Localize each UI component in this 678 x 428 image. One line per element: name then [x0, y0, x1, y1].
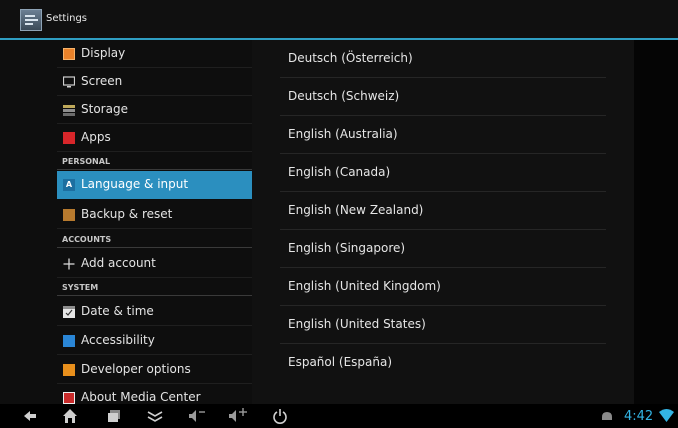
- back-icon[interactable]: [22, 408, 38, 424]
- language-label: English (New Zealand): [288, 203, 424, 217]
- about-icon: [63, 392, 75, 404]
- language-label: English (United Kingdom): [288, 279, 441, 293]
- developer-icon: [63, 364, 75, 376]
- section-header-system: SYSTEM: [62, 283, 99, 292]
- section-divider: [57, 295, 252, 296]
- right-edge-strip: [634, 40, 678, 404]
- language-item[interactable]: English (Singapore): [280, 230, 606, 268]
- category-label: Date & time: [81, 304, 154, 318]
- section-divider: [57, 169, 252, 170]
- language-item[interactable]: Deutsch (Österreich): [280, 40, 606, 78]
- wifi-icon: [659, 409, 674, 422]
- category-date-time[interactable]: Date & time: [57, 298, 252, 326]
- status-clock: 4:42: [624, 409, 654, 424]
- category-apps[interactable]: Apps: [57, 124, 252, 152]
- accessibility-icon: [63, 335, 75, 347]
- language-list[interactable]: Deutsch (Österreich) Deutsch (Schweiz) E…: [252, 40, 634, 404]
- language-label: English (Singapore): [288, 241, 406, 255]
- category-label: Add account: [81, 256, 156, 270]
- category-label: Screen: [81, 74, 123, 88]
- settings-app-icon[interactable]: [20, 9, 42, 31]
- category-language-input[interactable]: A Language & input: [57, 171, 252, 199]
- section-header-accounts: ACCOUNTS: [62, 235, 112, 244]
- category-backup-reset[interactable]: Backup & reset: [57, 201, 252, 229]
- system-nav-bar: 4:42: [0, 404, 678, 428]
- usb-icon: [602, 412, 612, 420]
- category-label: Apps: [81, 130, 111, 144]
- category-display[interactable]: Display: [57, 40, 252, 68]
- language-item[interactable]: English (Australia): [280, 116, 606, 154]
- date-time-icon: [63, 306, 75, 318]
- category-about[interactable]: About Media Center: [57, 384, 252, 404]
- power-icon[interactable]: [272, 408, 288, 424]
- language-label: English (Canada): [288, 165, 391, 179]
- home-icon[interactable]: [62, 408, 78, 424]
- menu-icon[interactable]: [146, 408, 164, 424]
- language-label: Español (España): [288, 355, 393, 369]
- language-item[interactable]: Deutsch (Schweiz): [280, 78, 606, 116]
- category-label: About Media Center: [81, 390, 201, 404]
- language-item[interactable]: Español (España): [280, 344, 606, 382]
- category-developer-options[interactable]: Developer options: [57, 356, 252, 384]
- category-label: Language & input: [81, 177, 189, 191]
- display-icon: [63, 48, 75, 60]
- volume-up-icon[interactable]: [228, 408, 250, 424]
- category-add-account[interactable]: Add account: [57, 250, 252, 278]
- app-title: Settings: [46, 13, 88, 24]
- category-label: Display: [81, 46, 126, 60]
- recent-apps-icon[interactable]: [106, 408, 122, 424]
- language-item[interactable]: English (New Zealand): [280, 192, 606, 230]
- category-accessibility[interactable]: Accessibility: [57, 327, 252, 355]
- category-screen[interactable]: Screen: [57, 68, 252, 96]
- category-label: Backup & reset: [81, 207, 173, 221]
- language-label: English (United States): [288, 317, 426, 331]
- action-bar: Settings: [0, 0, 678, 40]
- language-item[interactable]: English (Canada): [280, 154, 606, 192]
- language-label: Deutsch (Schweiz): [288, 89, 400, 103]
- volume-down-icon[interactable]: [188, 408, 208, 424]
- language-label: Deutsch (Österreich): [288, 51, 413, 65]
- category-label: Developer options: [81, 362, 191, 376]
- backup-icon: [63, 209, 75, 221]
- settings-category-list[interactable]: Display Screen Storage Apps PERSONAL A L…: [0, 40, 252, 404]
- category-storage[interactable]: Storage: [57, 96, 252, 124]
- android-screen: Settings Display Screen Storage Apps PER…: [0, 0, 678, 428]
- language-item[interactable]: English (United States): [280, 306, 606, 344]
- language-item[interactable]: English (United Kingdom): [280, 268, 606, 306]
- apps-icon: [63, 132, 75, 144]
- category-label: Accessibility: [81, 333, 155, 347]
- section-header-personal: PERSONAL: [62, 157, 111, 166]
- language-icon: A: [63, 179, 75, 191]
- language-label: English (Australia): [288, 127, 398, 141]
- screen-icon: [63, 76, 75, 88]
- section-divider: [57, 247, 252, 248]
- storage-icon: [63, 105, 75, 116]
- category-label: Storage: [81, 102, 128, 116]
- add-icon: [63, 258, 75, 270]
